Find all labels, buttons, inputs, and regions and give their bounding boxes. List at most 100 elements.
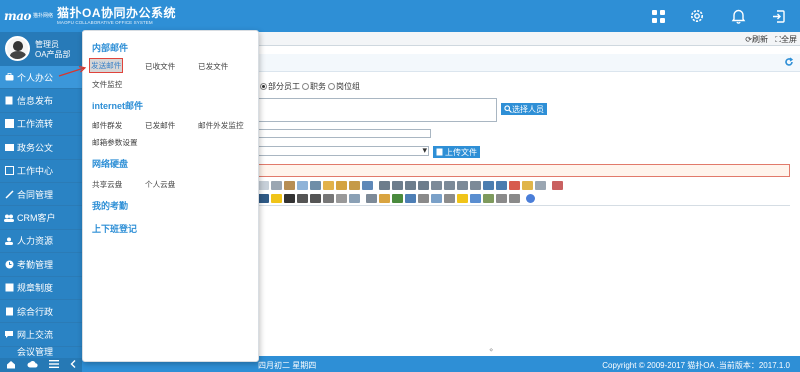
font-color-icon[interactable] xyxy=(258,194,269,203)
sidebar-item-workflow[interactable]: 工作流转 xyxy=(0,113,82,137)
sidebar-item-regulations[interactable]: 规章制度 xyxy=(0,277,82,300)
recipients-textarea[interactable] xyxy=(257,98,497,122)
sidebar-item-admin[interactable]: 综合行政 xyxy=(0,300,82,324)
hr-icon[interactable] xyxy=(444,194,455,203)
menu-icon[interactable] xyxy=(49,360,60,370)
outdent-icon[interactable] xyxy=(470,181,481,190)
sidebar-item-meetings[interactable]: 会议管理 xyxy=(0,347,82,357)
multi-image-icon[interactable] xyxy=(379,194,390,203)
strikethrough-icon[interactable] xyxy=(323,194,334,203)
justify-icon[interactable] xyxy=(418,181,429,190)
unlink-icon[interactable] xyxy=(509,194,520,203)
source-icon[interactable] xyxy=(258,181,269,190)
media-icon[interactable] xyxy=(405,194,416,203)
subject-input[interactable] xyxy=(257,129,431,138)
collapse-icon[interactable] xyxy=(70,360,76,370)
paste-word-icon[interactable] xyxy=(362,181,373,190)
menu-link-file-monitor[interactable]: 文件监控 xyxy=(92,79,122,90)
radio-partial-staff[interactable] xyxy=(260,83,267,90)
section-network-disk[interactable]: 网络硬盘 xyxy=(92,157,128,170)
upload-button[interactable]: 上传文件 xyxy=(433,146,480,158)
align-left-icon[interactable] xyxy=(379,181,390,190)
align-center-icon[interactable] xyxy=(392,181,403,190)
clear-icon[interactable] xyxy=(535,181,546,190)
logo-brand: 猫扑网络 xyxy=(32,13,53,19)
settings-icon[interactable] xyxy=(687,6,707,26)
select-recipients-button[interactable]: 选择人员 xyxy=(501,103,547,115)
map-icon[interactable] xyxy=(483,194,494,203)
sidebar-item-online-chat[interactable]: 网上交流 xyxy=(0,323,82,347)
menu-link-outgoing-monitor[interactable]: 邮件外发监控 xyxy=(198,120,244,131)
highlight-color-icon[interactable] xyxy=(271,194,282,203)
logo-mark: mao xyxy=(4,9,31,23)
sidebar-item-label: 综合行政 xyxy=(17,306,54,317)
home-icon[interactable] xyxy=(6,360,16,371)
resize-grip[interactable]: ⋄ xyxy=(489,346,493,354)
remove-format-icon[interactable] xyxy=(509,181,520,190)
line-height-icon[interactable] xyxy=(336,194,347,203)
unordered-list-icon[interactable] xyxy=(444,181,455,190)
select-all-icon[interactable] xyxy=(522,181,533,190)
section-internet-mail[interactable]: internet邮件 xyxy=(92,99,143,112)
anchor-icon[interactable] xyxy=(470,194,481,203)
image-icon[interactable] xyxy=(366,194,377,203)
menu-link-shared-cloud[interactable]: 共享云盘 xyxy=(92,179,122,190)
superscript-icon[interactable] xyxy=(496,181,507,190)
sidebar-item-crm[interactable]: CRM客户 xyxy=(0,206,82,230)
attachment-select[interactable] xyxy=(257,145,429,156)
radio-position[interactable] xyxy=(302,83,309,90)
sidebar-item-work-center[interactable]: 工作中心 xyxy=(0,160,82,183)
copy-icon[interactable] xyxy=(323,181,334,190)
fullscreen-editor-icon[interactable] xyxy=(552,181,563,190)
menu-link-mass-mail[interactable]: 邮件群发 xyxy=(92,120,122,131)
emoticon-icon[interactable] xyxy=(457,194,468,203)
menu-link-sent-files[interactable]: 已发文件 xyxy=(198,61,228,72)
section-my-attendance[interactable]: 我的考勤 xyxy=(92,199,128,212)
app-subtitle: MAOPU COLLABORATIVE OFFICE SYSTEM xyxy=(57,19,153,25)
help-icon[interactable] xyxy=(526,194,535,203)
cloud-icon[interactable] xyxy=(27,360,38,370)
fullscreen-button[interactable]: ⛶全屏 xyxy=(775,34,797,45)
table-icon[interactable] xyxy=(431,194,442,203)
italic-icon[interactable] xyxy=(297,194,308,203)
flow-icon xyxy=(4,119,14,129)
paste-icon[interactable] xyxy=(336,181,347,190)
ordered-list-icon[interactable] xyxy=(431,181,442,190)
print-icon[interactable] xyxy=(297,181,308,190)
refresh-button[interactable]: ⟳刷新 xyxy=(745,34,768,45)
section-internal-mail[interactable]: 内部邮件 xyxy=(92,41,128,54)
apps-icon[interactable] xyxy=(648,6,668,26)
menu-link-sent-mail[interactable]: 已发邮件 xyxy=(145,120,175,131)
align-right-icon[interactable] xyxy=(405,181,416,190)
refresh-icon[interactable] xyxy=(784,57,794,67)
insert-file-icon[interactable] xyxy=(418,194,429,203)
menu-link-personal-cloud[interactable]: 个人云盘 xyxy=(145,179,175,190)
template-icon[interactable] xyxy=(284,181,295,190)
flash-icon[interactable] xyxy=(392,194,403,203)
sidebar-item-hr[interactable]: 人力资源 xyxy=(0,230,82,254)
bell-icon[interactable] xyxy=(728,6,748,26)
paste-text-icon[interactable] xyxy=(349,181,360,190)
menu-link-send-mail[interactable]: 发送邮件 xyxy=(89,58,124,73)
logout-icon[interactable] xyxy=(768,6,788,26)
bold-icon[interactable] xyxy=(284,194,295,203)
radio-post-group[interactable] xyxy=(328,83,335,90)
sidebar-item-news[interactable]: 信息发布 xyxy=(0,89,82,113)
sidebar-item-attendance[interactable]: 考勤管理 xyxy=(0,253,82,277)
menu-link-received-files[interactable]: 已收文件 xyxy=(145,61,175,72)
underline-icon[interactable] xyxy=(310,194,321,203)
indent-icon[interactable] xyxy=(457,181,468,190)
sidebar-item-official-docs[interactable]: 政务公文 xyxy=(0,136,82,160)
eraser-icon[interactable] xyxy=(349,194,360,203)
avatar[interactable] xyxy=(5,36,30,61)
date-text: 四月初二 星期四 xyxy=(258,361,317,370)
menu-link-mailbox-settings[interactable]: 邮箱参数设置 xyxy=(92,137,138,148)
editor-area[interactable] xyxy=(257,205,790,354)
sidebar-item-contracts[interactable]: 合同管理 xyxy=(0,183,82,207)
section-clock-in[interactable]: 上下班登记 xyxy=(92,222,137,235)
link-icon[interactable] xyxy=(496,194,507,203)
subscript-icon[interactable] xyxy=(483,181,494,190)
building-icon xyxy=(4,306,14,316)
cut-icon[interactable] xyxy=(310,181,321,190)
preview-icon[interactable] xyxy=(271,181,282,190)
